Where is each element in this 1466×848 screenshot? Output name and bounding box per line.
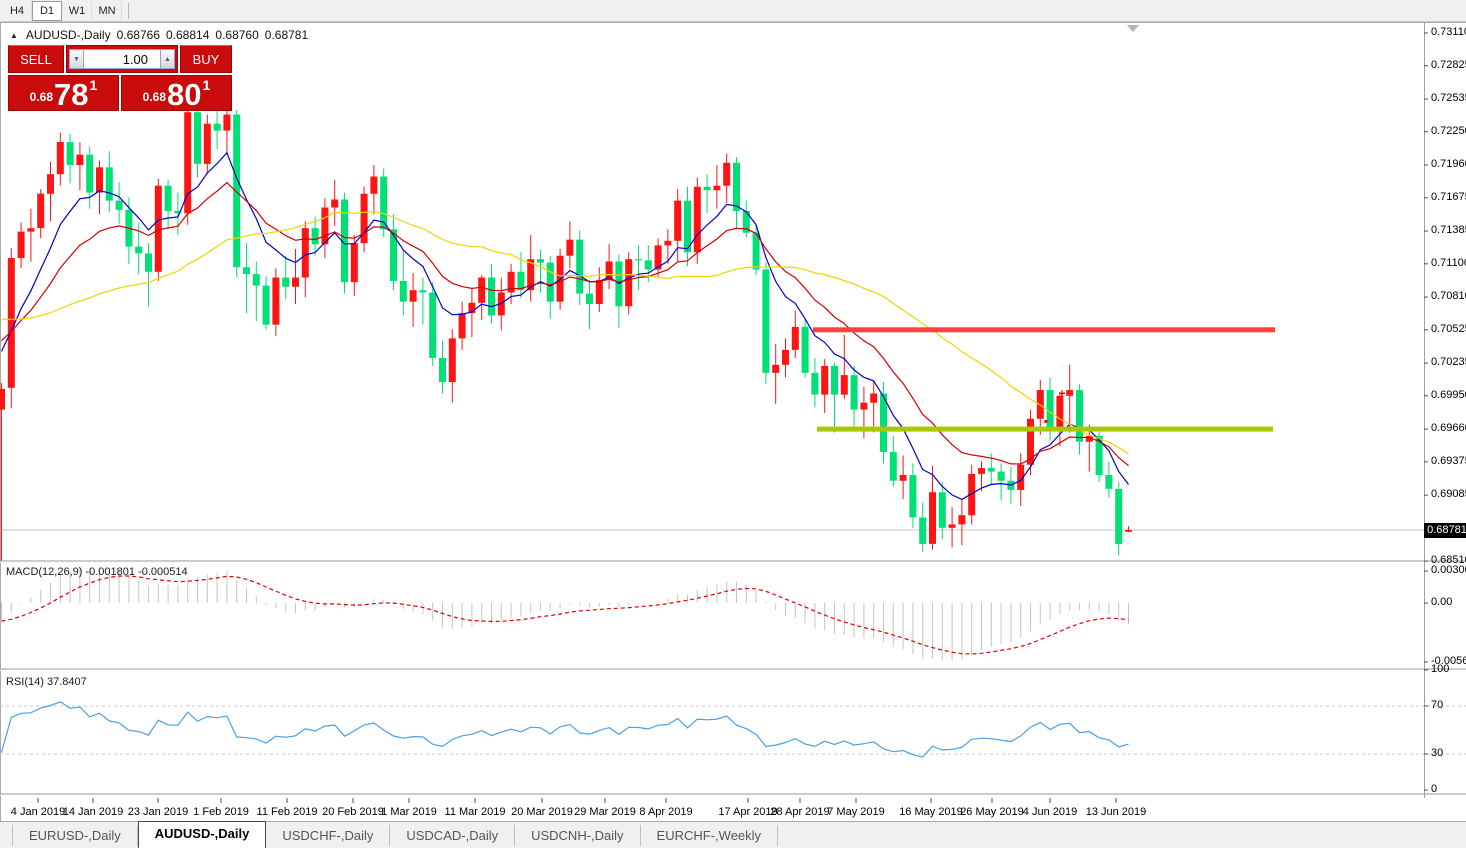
sell-price-button[interactable]: 0.68 78 1 xyxy=(8,75,119,111)
horizontal-line xyxy=(813,327,1275,332)
macd-signal-line xyxy=(2,576,1129,654)
chart-tab-eurusd[interactable]: EURUSD-,Daily xyxy=(12,825,138,846)
price-axis-label: 0.71385 xyxy=(1431,224,1466,236)
time-axis-label: 26 May 2019 xyxy=(960,806,1024,818)
volume-decrease-icon[interactable]: ▼ xyxy=(69,49,84,69)
rsi-axis-label: 70 xyxy=(1431,699,1443,711)
price-axis-label: 0.71100 xyxy=(1431,257,1466,269)
time-axis-label: 1 Mar 2019 xyxy=(381,806,437,818)
trade-marker-icon: + xyxy=(1058,387,1065,401)
ma-slow-line xyxy=(2,212,1129,454)
time-axis-label: 14 Jan 2019 xyxy=(63,806,124,818)
price-axis[interactable]: 0.73110 0.72825 0.72535 0.72250 0.71960 0.716… xyxy=(1424,22,1466,821)
current-price-badge: 0.68781 xyxy=(1424,523,1466,538)
time-axis-label: 17 Apr 2019 xyxy=(718,806,777,818)
time-axis-label: 8 Apr 2019 xyxy=(639,806,692,818)
price-axis-label: 0.72250 xyxy=(1431,125,1466,137)
time-axis-label: 4 Jun 2019 xyxy=(1023,806,1077,818)
ma-mid-line xyxy=(2,183,1129,466)
chart-canvas[interactable]: + ▪ 4 Jan 201914 Jan 2019 23 Jan 2019 1 Feb … xyxy=(0,0,1466,848)
time-axis-label: 13 Jun 2019 xyxy=(1086,806,1147,818)
volume-input[interactable]: 1.00 xyxy=(84,49,160,69)
sell-button[interactable]: SELL xyxy=(8,45,64,73)
price-axis-label: 0.72535 xyxy=(1431,92,1466,104)
ohlc-high: 0.68814 xyxy=(166,28,209,42)
chart-tab-audusd[interactable]: AUDUSD-,Daily xyxy=(138,821,267,848)
ohlc-low: 0.68760 xyxy=(215,28,258,42)
time-axis-label: 7 May 2019 xyxy=(827,806,884,818)
sell-price-prefix: 0.68 xyxy=(30,90,53,104)
time-axis-label: 11 Mar 2019 xyxy=(445,806,506,818)
time-axis-label: 20 Mar 2019 xyxy=(511,806,573,818)
sell-price-point: 1 xyxy=(90,77,98,93)
time-axis-label: 29 Mar 2019 xyxy=(574,806,636,818)
price-axis-label: 0.70235 xyxy=(1431,356,1466,368)
time-axis-label: 4 Jan 2019 xyxy=(11,806,65,818)
time-axis-label: 16 May 2019 xyxy=(899,806,963,818)
price-axis-label: 0.69375 xyxy=(1431,455,1466,467)
price-axis-label: 0.69085 xyxy=(1431,488,1466,500)
time-axis-label: 1 Feb 2019 xyxy=(193,806,249,818)
buy-price-prefix: 0.68 xyxy=(143,90,166,104)
chart-tab-eurchf[interactable]: EURCHF-,Weekly xyxy=(641,825,779,846)
time-axis-label: 23 Jan 2019 xyxy=(128,806,189,818)
macd-histogram xyxy=(2,566,1129,660)
chart-tab-bar: EURUSD-,DailyAUDUSD-,DailyUSDCHF-,DailyU… xyxy=(0,821,1466,848)
ohlc-close: 0.68781 xyxy=(265,28,308,42)
price-axis-label: 0.72825 xyxy=(1431,59,1466,71)
price-axis-label: 0.69660 xyxy=(1431,422,1466,434)
buy-button[interactable]: BUY xyxy=(180,45,232,73)
chart-shift-marker-icon[interactable] xyxy=(1127,25,1139,32)
rsi-axis-label: 30 xyxy=(1431,747,1443,759)
buy-price-pips: 80 xyxy=(167,80,201,109)
macd-axis-label: 0.00 xyxy=(1431,596,1452,608)
one-click-trade-panel: SELL ▼ 1.00 ▲ BUY 0.68 78 1 0.68 80 1 xyxy=(8,45,232,111)
chart-tab-usdcad[interactable]: USDCAD-,Daily xyxy=(390,825,515,846)
macd-indicator-label: MACD(12,26,9) -0.001801 -0.000514 xyxy=(6,566,188,578)
time-axis-label: 11 Feb 2019 xyxy=(257,806,318,818)
rsi-axis-label: 0 xyxy=(1431,783,1437,795)
price-axis-label: 0.70810 xyxy=(1431,290,1466,302)
time-axis-label: 28 Apr 2019 xyxy=(770,806,829,818)
price-axis-label: 0.71675 xyxy=(1431,191,1466,203)
chart-tab-usdcnh[interactable]: USDCNH-,Daily xyxy=(515,825,640,846)
volume-increase-icon[interactable]: ▲ xyxy=(160,49,175,69)
price-axis-label: 0.71960 xyxy=(1431,158,1466,170)
price-axis-label: 0.70525 xyxy=(1431,323,1466,335)
price-axis-label: 0.69950 xyxy=(1431,389,1466,401)
rsi-axis-label: 100 xyxy=(1431,663,1449,675)
volume-spinner: ▼ 1.00 ▲ xyxy=(66,45,178,73)
candlestick-series xyxy=(0,103,1132,687)
chart-tab-usdchf[interactable]: USDCHF-,Daily xyxy=(266,825,390,846)
sell-price-pips: 78 xyxy=(54,80,88,109)
chart-symbol-label: AUDUSD-,Daily xyxy=(26,28,111,42)
chart-header: ▲ AUDUSD-,Daily 0.68766 0.68814 0.68760 … xyxy=(10,28,308,42)
ohlc-open: 0.68766 xyxy=(117,28,160,42)
buy-price-button[interactable]: 0.68 80 1 xyxy=(121,75,232,111)
time-axis-label: 20 Feb 2019 xyxy=(322,806,384,818)
trade-marker-icon: ▪ xyxy=(1044,414,1048,428)
rsi-line xyxy=(2,702,1129,757)
buy-price-point: 1 xyxy=(203,77,211,93)
price-axis-label: 0.73110 xyxy=(1431,26,1466,38)
rsi-indicator-label: RSI(14) 37.8407 xyxy=(6,676,87,688)
collapse-trade-panel-icon[interactable]: ▲ xyxy=(10,31,18,40)
macd-axis-label: 0.003003 xyxy=(1431,564,1466,576)
